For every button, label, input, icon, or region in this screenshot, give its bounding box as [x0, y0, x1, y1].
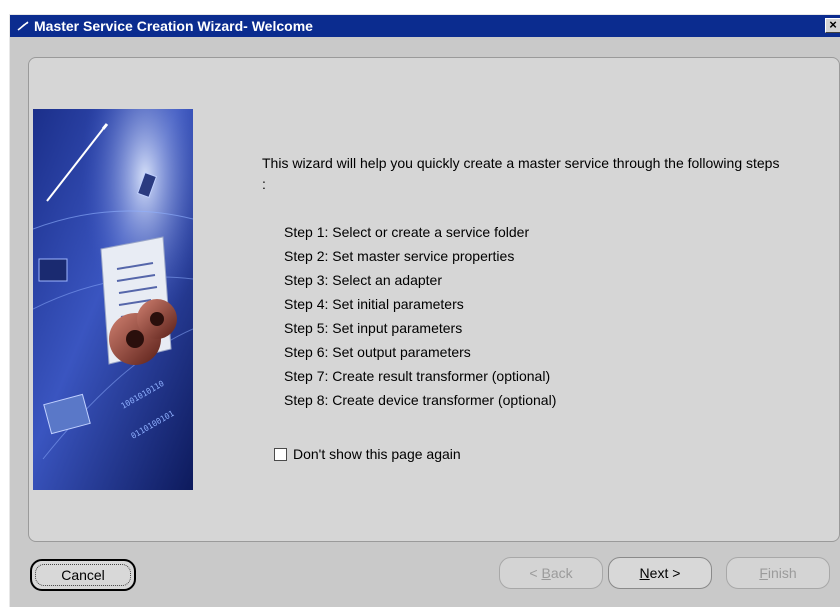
- finish-mnemonic: F: [759, 565, 768, 581]
- app-icon: [16, 15, 32, 37]
- wizard-illustration: 1001010110 0110100101: [33, 109, 193, 490]
- next-mnemonic: N: [639, 565, 650, 581]
- step-item: Step 3: Select an adapter: [284, 272, 442, 288]
- content-panel: 1001010110 0110100101 This wizard will h…: [28, 57, 840, 542]
- dont-show-again-label[interactable]: Don't show this page again: [293, 446, 461, 462]
- step-item: Step 1: Select or create a service folde…: [284, 224, 530, 240]
- wizard-window: Master Service Creation Wizard- Welcome …: [9, 14, 840, 607]
- dont-show-again-row[interactable]: Don't show this page again: [274, 444, 461, 464]
- finish-button-label: inish: [767, 565, 797, 581]
- next-button-label: ext: [649, 565, 669, 581]
- cancel-button[interactable]: Cancel: [30, 559, 136, 591]
- window-title: Master Service Creation Wizard- Welcome: [34, 18, 313, 34]
- finish-button[interactable]: Finish: [726, 557, 830, 589]
- step-item: Step 5: Set input parameters: [284, 320, 463, 336]
- step-item: Step 7: Create result transformer (optio…: [284, 368, 551, 384]
- back-button-label: ack: [550, 565, 573, 581]
- back-button[interactable]: < Back: [499, 557, 603, 589]
- close-icon: ×: [829, 17, 837, 32]
- step-item: Step 8: Create device transformer (optio…: [284, 392, 557, 408]
- back-arrow-icon: <: [529, 565, 538, 581]
- step-item: Step 6: Set output parameters: [284, 344, 471, 360]
- step-item: Step 4: Set initial parameters: [284, 296, 464, 312]
- back-mnemonic: B: [541, 565, 551, 581]
- steps-list: Step 1: Select or create a service folde…: [284, 220, 556, 412]
- next-arrow-icon: >: [672, 565, 681, 581]
- close-button[interactable]: ×: [825, 18, 840, 33]
- next-button[interactable]: Next >: [608, 557, 712, 589]
- step-item: Step 2: Set master service properties: [284, 248, 515, 264]
- focus-ring: [35, 564, 131, 586]
- title-bar[interactable]: Master Service Creation Wizard- Welcome …: [10, 15, 840, 37]
- intro-text: This wizard will help you quickly create…: [262, 155, 780, 192]
- dont-show-again-checkbox[interactable]: [274, 448, 287, 461]
